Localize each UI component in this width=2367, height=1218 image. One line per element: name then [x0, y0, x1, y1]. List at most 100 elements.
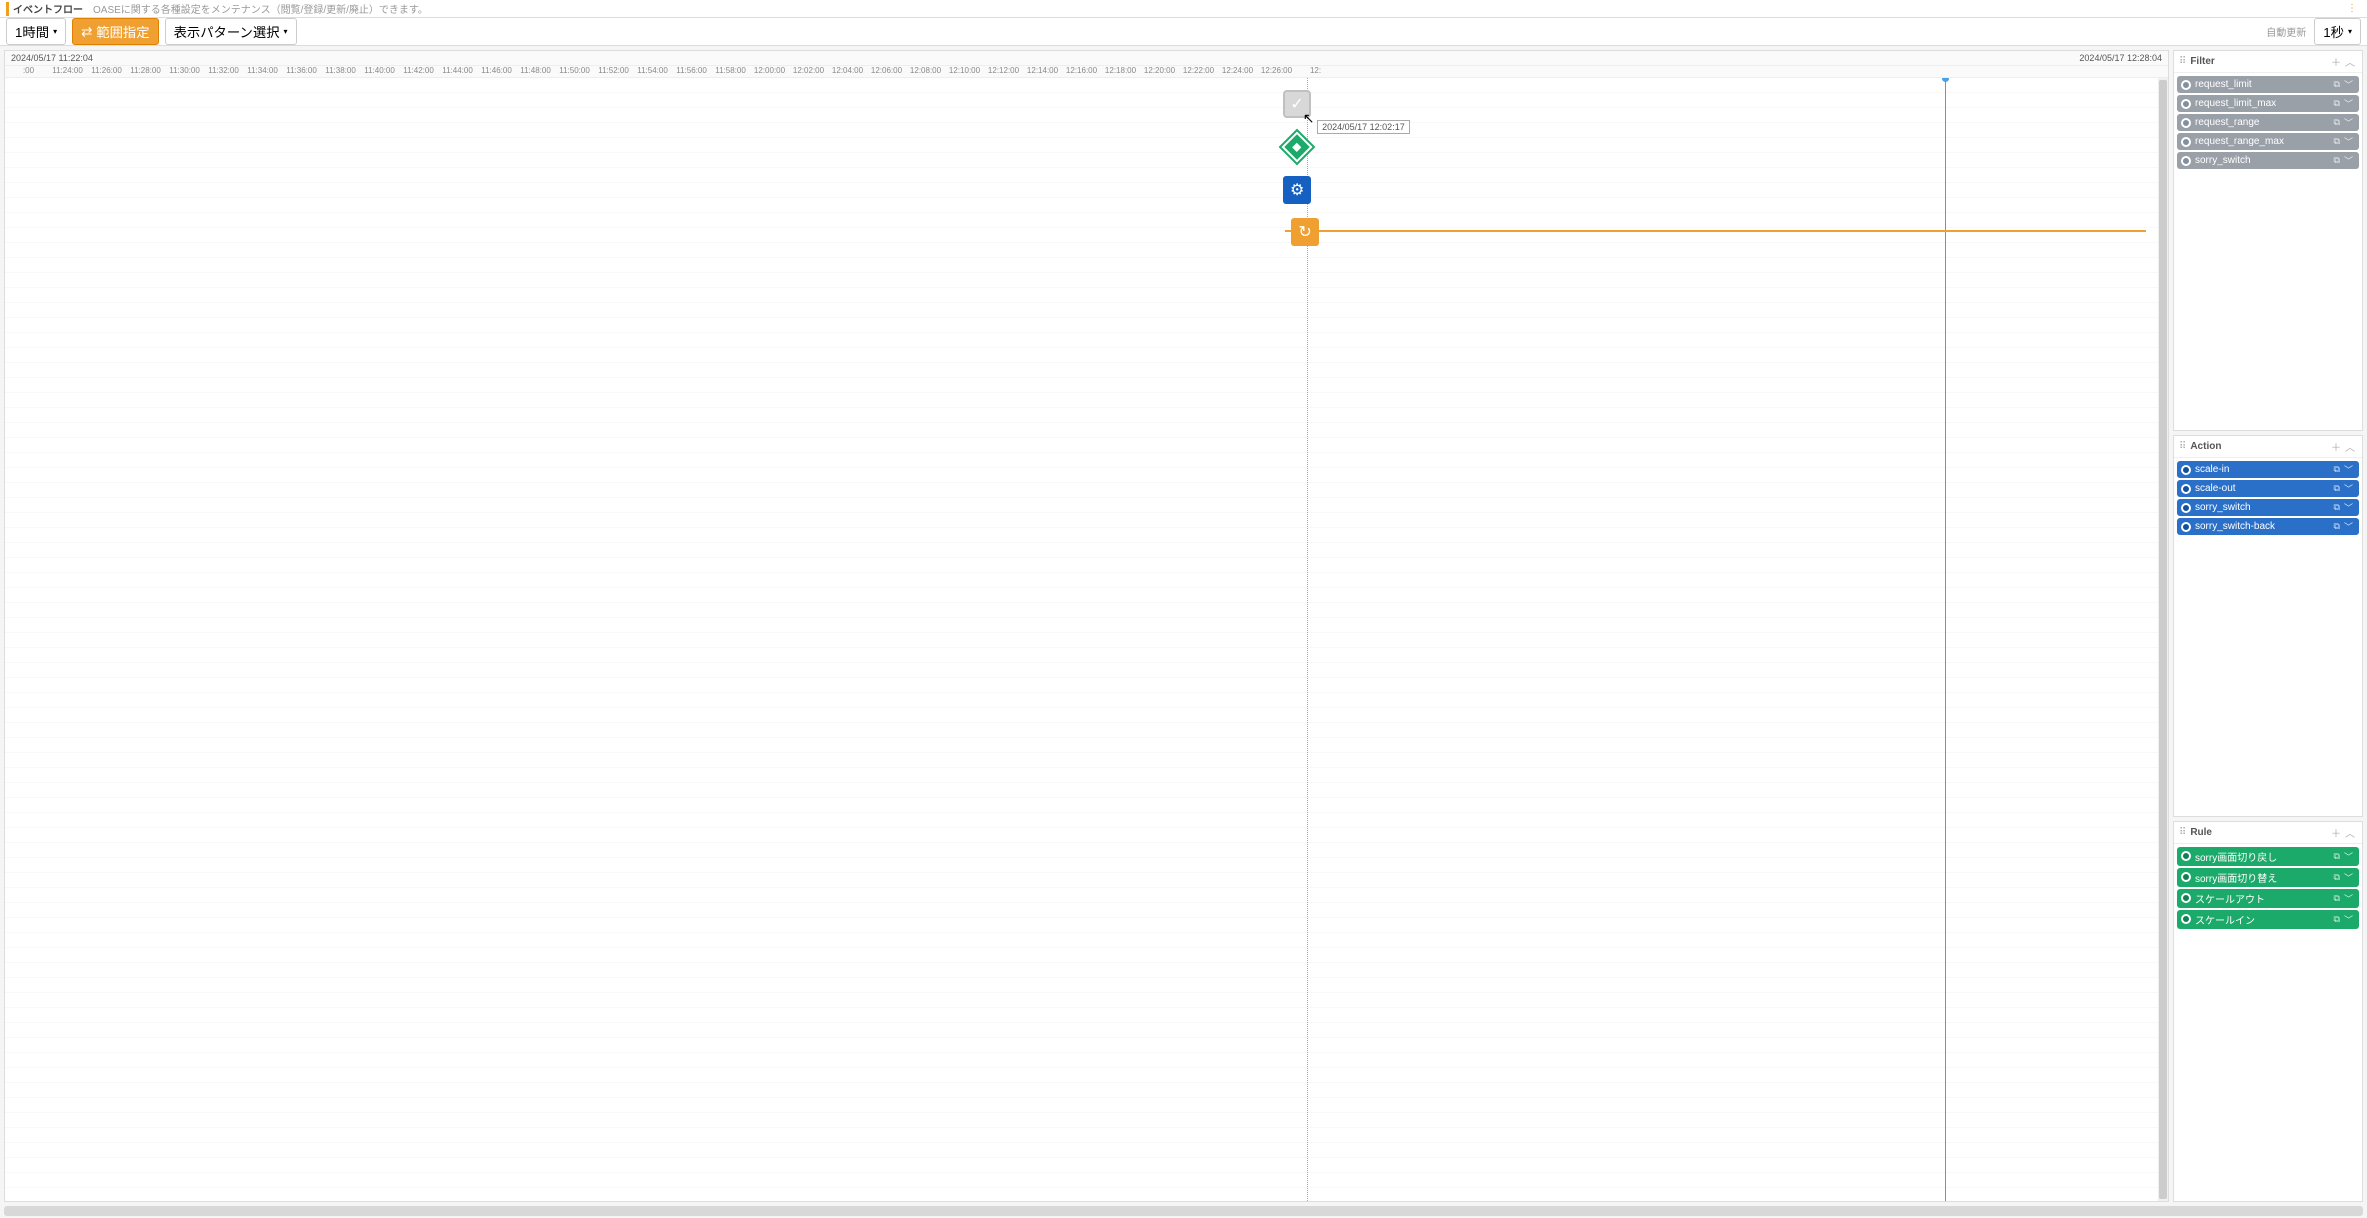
vertical-scrollbar[interactable] — [2158, 78, 2168, 1201]
auto-update-select[interactable]: 1秒 ▾ — [2314, 18, 2361, 45]
top-bar: イベントフロー OASEに関する各種設定をメンテナンス（閲覧/登録/更新/廃止）… — [0, 0, 2367, 18]
panel-item-label: sorry画面切り戻し — [2195, 849, 2332, 864]
timeline-tick: 11:56:00 — [672, 66, 711, 75]
duplicate-icon[interactable]: ⧉ — [2332, 893, 2342, 904]
collapse-icon[interactable]: ︿ — [2343, 825, 2357, 840]
panel-item[interactable]: request_limit⧉﹀ — [2177, 76, 2359, 93]
panel-item[interactable]: scale-in⧉﹀ — [2177, 461, 2359, 478]
timeline-tick: 12:26:00 — [1257, 66, 1296, 75]
horizontal-scrollbar[interactable] — [4, 1206, 2363, 1216]
add-icon[interactable]: ＋ — [2329, 439, 2343, 454]
duplicate-icon[interactable]: ⧉ — [2332, 521, 2342, 532]
filter-panel-title: Filter — [2190, 56, 2329, 67]
range-set-label: 範囲指定 — [96, 22, 149, 41]
action-panel-title: Action — [2190, 441, 2329, 452]
panel-item[interactable]: scale-out⧉﹀ — [2177, 480, 2359, 497]
panel-item-label: スケールイン — [2195, 912, 2332, 927]
display-pattern-button[interactable]: 表示パターン選択 ▾ — [165, 18, 297, 45]
range-set-button[interactable]: ⇄ 範囲指定 — [72, 18, 158, 45]
panel-item-label: sorry_switch — [2195, 502, 2332, 513]
timeline-tick: 12:00:00 — [750, 66, 789, 75]
timeline-tick: :00 — [9, 66, 48, 75]
grip-icon[interactable]: ⠿ — [2179, 441, 2186, 452]
timeline-end-time: 2024/05/17 12:28:04 — [2079, 53, 2162, 63]
panel-item-label: request_limit_max — [2195, 98, 2332, 109]
timeline-tick: 12:12:00 — [984, 66, 1023, 75]
duplicate-icon[interactable]: ⧉ — [2332, 117, 2342, 128]
panel-item[interactable]: sorry_switch⧉﹀ — [2177, 499, 2359, 516]
timeline-tick: 11:40:00 — [360, 66, 399, 75]
expand-icon[interactable]: ﹀ — [2342, 850, 2355, 863]
expand-icon[interactable]: ﹀ — [2342, 520, 2355, 533]
duplicate-icon[interactable]: ⧉ — [2332, 914, 2342, 925]
duplicate-icon[interactable]: ⧉ — [2332, 502, 2342, 513]
timeline-tick: 11:32:00 — [204, 66, 243, 75]
timeline-canvas[interactable]: ✓ ◆ ⚙ ↻ 2024/05/17 12:02:17 ↖ — [5, 78, 2168, 1201]
scrollbar-thumb[interactable] — [2159, 80, 2167, 1199]
collapse-icon[interactable]: ︿ — [2343, 439, 2357, 454]
event-check-node[interactable]: ✓ — [1283, 90, 1311, 118]
expand-icon[interactable]: ﹀ — [2342, 892, 2355, 905]
add-icon[interactable]: ＋ — [2329, 54, 2343, 69]
filter-panel: ⠿ Filter ＋ ︿ request_limit⧉﹀request_limi… — [2173, 50, 2363, 431]
rule-panel-body: sorry画面切り戻し⧉﹀sorry画面切り替え⧉﹀スケールアウト⧉﹀スケールイ… — [2174, 844, 2362, 934]
panel-item[interactable]: sorry画面切り替え⧉﹀ — [2177, 868, 2359, 887]
duplicate-icon[interactable]: ⧉ — [2332, 872, 2342, 883]
event-reload-node[interactable]: ↻ — [1291, 218, 1319, 246]
expand-icon[interactable]: ﹀ — [2342, 154, 2355, 167]
event-gear-node[interactable]: ⚙ — [1283, 176, 1311, 204]
expand-icon[interactable]: ﹀ — [2342, 116, 2355, 129]
gear-icon: ⚙ — [1290, 180, 1304, 200]
timeline-tick: 11:58:00 — [711, 66, 750, 75]
reload-icon: ↻ — [1298, 222, 1311, 242]
rule-panel: ⠿ Rule ＋ ︿ sorry画面切り戻し⧉﹀sorry画面切り替え⧉﹀スケー… — [2173, 821, 2363, 1202]
expand-icon[interactable]: ﹀ — [2342, 501, 2355, 514]
duplicate-icon[interactable]: ⧉ — [2332, 464, 2342, 475]
timeline-tick: 12:22:00 — [1179, 66, 1218, 75]
expand-icon[interactable]: ﹀ — [2342, 482, 2355, 495]
timeline-tick: 12:16:00 — [1062, 66, 1101, 75]
expand-icon[interactable]: ﹀ — [2342, 463, 2355, 476]
expand-icon[interactable]: ﹀ — [2342, 97, 2355, 110]
panel-item[interactable]: sorry_switch⧉﹀ — [2177, 152, 2359, 169]
expand-icon[interactable]: ﹀ — [2342, 913, 2355, 926]
expand-icon[interactable]: ﹀ — [2342, 135, 2355, 148]
status-dot-icon — [2181, 893, 2191, 903]
panel-item[interactable]: スケールイン⧉﹀ — [2177, 910, 2359, 929]
duplicate-icon[interactable]: ⧉ — [2332, 851, 2342, 862]
timeline-tick: 11:52:00 — [594, 66, 633, 75]
panel-item[interactable]: request_limit_max⧉﹀ — [2177, 95, 2359, 112]
timeline-tick: 11:34:00 — [243, 66, 282, 75]
expand-icon[interactable]: ﹀ — [2342, 78, 2355, 91]
duplicate-icon[interactable]: ⧉ — [2332, 136, 2342, 147]
panel-item-label: request_range — [2195, 117, 2332, 128]
action-duration-bar — [1285, 230, 2146, 232]
panel-item[interactable]: request_range_max⧉﹀ — [2177, 133, 2359, 150]
grip-icon[interactable]: ⠿ — [2179, 56, 2186, 67]
panel-item-label: request_range_max — [2195, 136, 2332, 147]
status-dot-icon — [2181, 484, 2191, 494]
panel-item-label: request_limit — [2195, 79, 2332, 90]
kebab-menu-icon[interactable]: ⋮ — [2343, 3, 2361, 14]
panel-item-label: スケールアウト — [2195, 891, 2332, 906]
expand-icon[interactable]: ﹀ — [2342, 871, 2355, 884]
panel-item[interactable]: request_range⧉﹀ — [2177, 114, 2359, 131]
collapse-icon[interactable]: ︿ — [2343, 54, 2357, 69]
add-icon[interactable]: ＋ — [2329, 825, 2343, 840]
status-dot-icon — [2181, 156, 2191, 166]
duplicate-icon[interactable]: ⧉ — [2332, 483, 2342, 494]
grip-icon[interactable]: ⠿ — [2179, 827, 2186, 838]
timeline-start-time: 2024/05/17 11:22:04 — [11, 53, 93, 63]
timeline-tick: 11:36:00 — [282, 66, 321, 75]
time-range-button[interactable]: 1時間 ▾ — [6, 18, 66, 45]
panel-item[interactable]: sorry画面切り戻し⧉﹀ — [2177, 847, 2359, 866]
duplicate-icon[interactable]: ⧉ — [2332, 155, 2342, 166]
page-description: OASEに関する各種設定をメンテナンス（閲覧/登録/更新/廃止）できます。 — [93, 1, 428, 16]
timeline-tick: 12: — [1296, 66, 1335, 75]
duplicate-icon[interactable]: ⧉ — [2332, 98, 2342, 109]
current-time-line — [1945, 78, 1946, 1201]
duplicate-icon[interactable]: ⧉ — [2332, 79, 2342, 90]
panel-item[interactable]: スケールアウト⧉﹀ — [2177, 889, 2359, 908]
panel-item[interactable]: sorry_switch-back⧉﹀ — [2177, 518, 2359, 535]
accent-bar — [6, 2, 9, 16]
